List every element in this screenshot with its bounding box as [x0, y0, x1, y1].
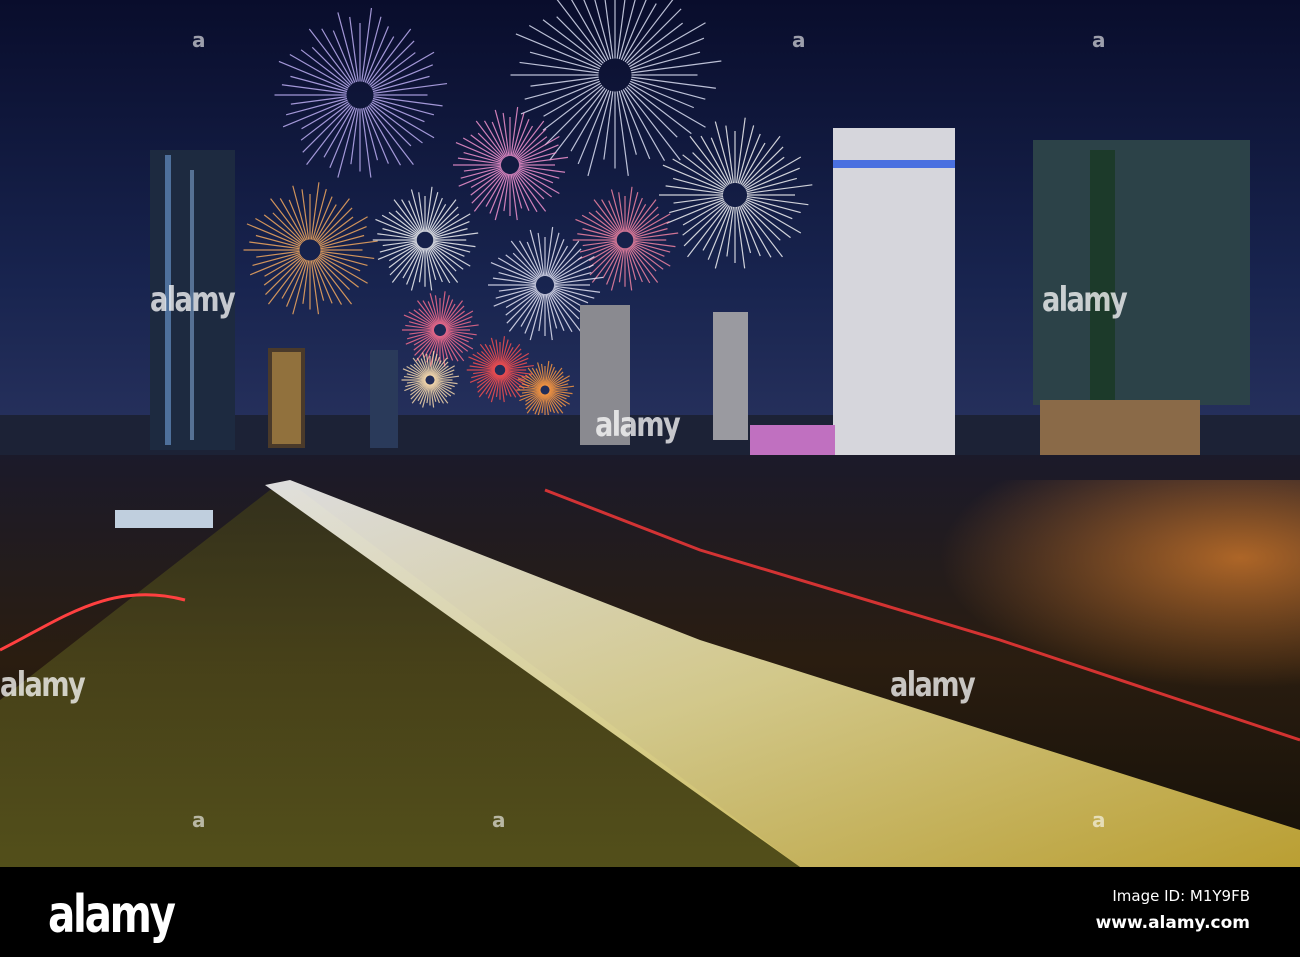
footer-bar: alamy Image ID: M1Y9FB www.alamy.com: [0, 867, 1300, 957]
watermark: alamy: [890, 665, 976, 705]
watermark-mark: a: [492, 808, 506, 832]
white-tower: [833, 128, 955, 490]
watermark-mark: a: [792, 28, 806, 52]
watermark: alamy: [0, 665, 86, 705]
watermark: alamy: [595, 405, 681, 445]
tower-5: [713, 312, 748, 440]
pink-building: [750, 425, 835, 460]
watermark-mark: a: [192, 808, 206, 832]
glass-tower: [1033, 140, 1250, 405]
watermark: alamy: [150, 280, 236, 320]
watermark: alamy: [1042, 280, 1128, 320]
alamy-logo: alamy: [48, 885, 176, 945]
image-id: Image ID: M1Y9FB: [1112, 887, 1250, 905]
watermark-mark: a: [192, 28, 206, 52]
tower-3: [370, 350, 398, 448]
watermark-mark: a: [1092, 28, 1106, 52]
watermark-mark: a: [1092, 808, 1106, 832]
site-url: www.alamy.com: [1095, 913, 1250, 933]
ferry-boat: [115, 510, 213, 528]
